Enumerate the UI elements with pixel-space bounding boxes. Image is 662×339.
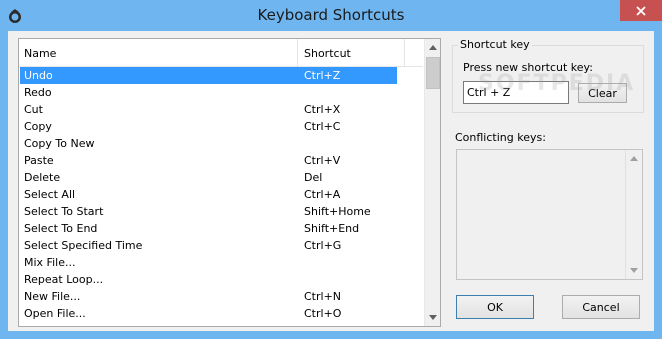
list-row[interactable]: New File... Ctrl+N (20, 288, 423, 305)
list-row[interactable]: Repeat Loop... (20, 271, 423, 288)
row-name: Select All (24, 188, 76, 201)
chevron-down-icon (630, 268, 638, 273)
scroll-up-button[interactable] (425, 39, 440, 56)
row-shortcut: Ctrl+G (304, 239, 342, 252)
row-name: Select To End (24, 222, 98, 235)
row-name: New File... (24, 290, 81, 303)
title-bar[interactable]: Keyboard Shortcuts (0, 0, 662, 33)
row-name: Copy (24, 120, 52, 133)
row-name: Select To Start (24, 205, 104, 218)
row-shortcut: Ctrl+V (304, 154, 341, 167)
column-divider[interactable] (297, 39, 298, 66)
list-row[interactable]: Redo (20, 84, 423, 101)
list-row[interactable]: Open File... Ctrl+O (20, 305, 423, 322)
shortcut-list[interactable]: Name Shortcut Undo Ctrl+Z Redo Cut Ctrl+X Cop… (18, 38, 441, 327)
shortcut-key-legend: Shortcut key (458, 38, 532, 51)
press-shortcut-label: Press new shortcut key: (463, 61, 593, 74)
conflicting-keys-list[interactable] (456, 149, 643, 280)
list-scrollbar[interactable] (424, 39, 440, 326)
dialog-client: Name Shortcut Undo Ctrl+Z Redo Cut Ctrl+X Cop… (8, 31, 654, 331)
list-row[interactable]: Select To End Shift+End (20, 220, 423, 237)
list-row[interactable]: Select To Start Shift+Home (20, 203, 423, 220)
row-name: Repeat Loop... (24, 273, 104, 286)
row-shortcut: Ctrl+C (304, 120, 341, 133)
list-row[interactable]: Undo Ctrl+Z (20, 67, 397, 84)
conflicting-keys-label: Conflicting keys: (455, 131, 546, 144)
row-shortcut: Shift+End (304, 222, 360, 235)
scroll-thumb[interactable] (426, 57, 440, 89)
clear-button[interactable]: Clear (578, 83, 627, 103)
conflict-scroll-up-button[interactable] (626, 150, 642, 167)
column-header-name[interactable]: Name (24, 47, 56, 60)
close-icon (636, 5, 646, 16)
row-name: Select Specified Time (24, 239, 143, 252)
window-title: Keyboard Shortcuts (257, 6, 405, 24)
row-shortcut: Ctrl+N (304, 290, 342, 303)
list-row[interactable]: Mix File... (20, 254, 423, 271)
chevron-up-icon (630, 156, 638, 161)
keyboard-shortcuts-window: Keyboard Shortcuts Name Shortcut Undo Ctr… (0, 0, 662, 339)
ok-button[interactable]: OK (456, 295, 534, 319)
row-name: Open File... (24, 307, 86, 320)
list-row[interactable]: Copy To New (20, 135, 423, 152)
row-shortcut: Del (304, 171, 323, 184)
row-shortcut: Shift+Home (304, 205, 371, 218)
chevron-down-icon (429, 315, 437, 320)
row-name: Cut (24, 103, 43, 116)
close-button[interactable] (620, 0, 662, 21)
list-row[interactable]: Select Specified Time Ctrl+G (20, 237, 423, 254)
row-shortcut: Ctrl+A (304, 188, 341, 201)
conflict-scrollbar[interactable] (625, 150, 642, 279)
row-name: Redo (24, 86, 52, 99)
row-shortcut: Ctrl+Z (304, 69, 341, 82)
list-row[interactable]: Delete Del (20, 169, 423, 186)
list-rows: Undo Ctrl+Z Redo Cut Ctrl+X Copy Ctrl+C Copy To… (20, 67, 423, 322)
column-header-shortcut[interactable]: Shortcut (304, 47, 351, 60)
row-shortcut: Ctrl+X (304, 103, 341, 116)
row-shortcut: Ctrl+O (304, 307, 342, 320)
chevron-up-icon (429, 45, 437, 50)
scroll-down-button[interactable] (425, 309, 440, 326)
list-row[interactable]: Paste Ctrl+V (20, 152, 423, 169)
row-name: Delete (24, 171, 61, 184)
list-row[interactable]: Select All Ctrl+A (20, 186, 423, 203)
row-name: Mix File... (24, 256, 76, 269)
column-divider[interactable] (404, 39, 405, 66)
list-header: Name Shortcut (19, 39, 423, 67)
row-name: Copy To New (24, 137, 95, 150)
list-row[interactable]: Copy Ctrl+C (20, 118, 423, 135)
conflict-scroll-down-button[interactable] (626, 262, 642, 279)
row-name: Undo (24, 69, 53, 82)
shortcut-input[interactable] (463, 81, 569, 104)
row-name: Paste (24, 154, 54, 167)
cancel-button[interactable]: Cancel (562, 295, 640, 319)
list-row[interactable]: Cut Ctrl+X (20, 101, 423, 118)
